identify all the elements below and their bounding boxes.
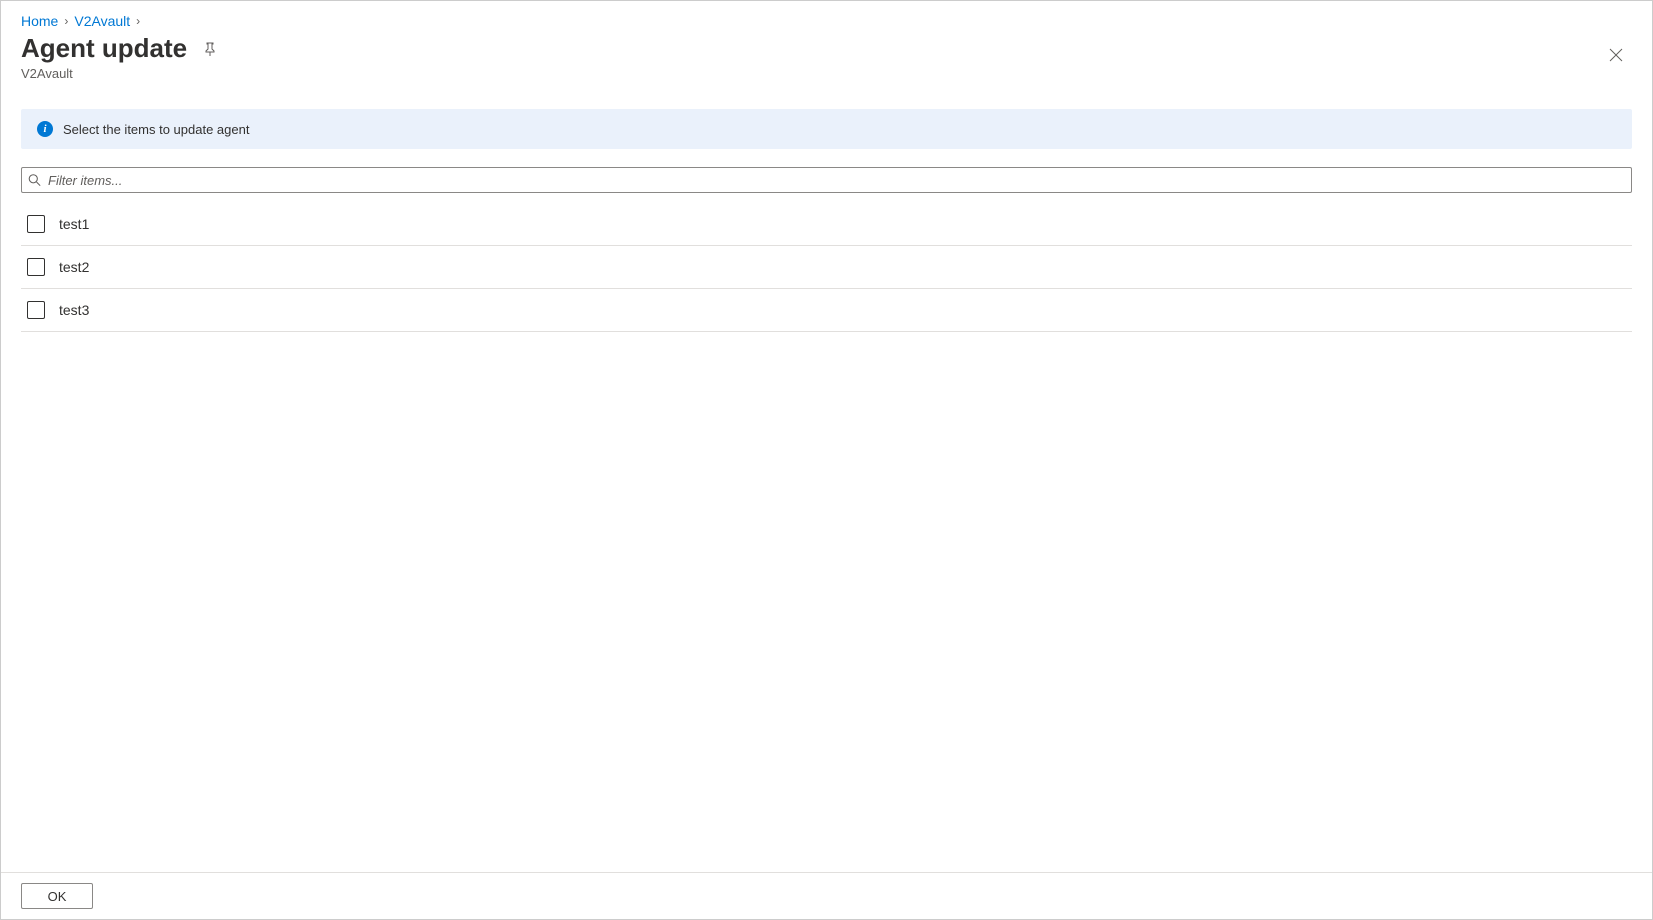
- item-label: test1: [59, 216, 89, 232]
- title-line: Agent update: [21, 33, 219, 64]
- checkbox[interactable]: [27, 258, 45, 276]
- title-block: Agent update V2Avault: [21, 33, 219, 81]
- list-item[interactable]: test2: [21, 246, 1632, 289]
- item-label: test3: [59, 302, 89, 318]
- page-title: Agent update: [21, 33, 187, 64]
- close-button[interactable]: [1600, 39, 1632, 71]
- info-banner: i Select the items to update agent: [21, 109, 1632, 149]
- footer: OK: [1, 872, 1652, 919]
- list-item[interactable]: test1: [21, 203, 1632, 246]
- chevron-right-icon: ›: [64, 14, 68, 28]
- chevron-right-icon: ›: [136, 14, 140, 28]
- filter-wrap: [21, 167, 1632, 193]
- pin-icon[interactable]: [201, 40, 219, 58]
- list-item[interactable]: test3: [21, 289, 1632, 332]
- info-banner-text: Select the items to update agent: [63, 122, 249, 137]
- item-label: test2: [59, 259, 89, 275]
- page-header: Agent update V2Avault: [1, 29, 1652, 81]
- filter-input[interactable]: [21, 167, 1632, 193]
- checkbox[interactable]: [27, 301, 45, 319]
- info-icon: i: [37, 121, 53, 137]
- ok-button[interactable]: OK: [21, 883, 93, 909]
- breadcrumb: Home › V2Avault ›: [1, 1, 1652, 29]
- content-area: i Select the items to update agent test1…: [1, 81, 1652, 872]
- search-icon: [28, 174, 41, 187]
- page-subtitle: V2Avault: [21, 66, 219, 81]
- breadcrumb-link-home[interactable]: Home: [21, 13, 58, 29]
- breadcrumb-link-vault[interactable]: V2Avault: [74, 13, 130, 29]
- checkbox[interactable]: [27, 215, 45, 233]
